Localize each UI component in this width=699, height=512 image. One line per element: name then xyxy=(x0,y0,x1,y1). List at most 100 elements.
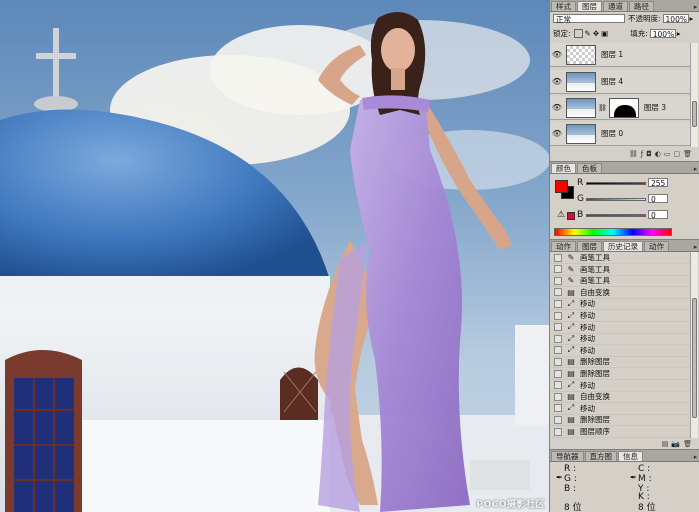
adjustment-layer-icon[interactable]: ◐ xyxy=(655,150,661,158)
history-source-checkbox[interactable] xyxy=(554,265,562,274)
tab-paths[interactable]: 路径 xyxy=(629,1,654,11)
b-slider[interactable] xyxy=(586,214,646,217)
history-item[interactable]: ✎ 画笔工具 xyxy=(550,275,690,288)
g-label: G xyxy=(577,194,584,204)
layer-style-icon[interactable]: ƒ xyxy=(641,150,643,158)
r-slider[interactable] xyxy=(586,182,646,185)
layer-row[interactable]: 👁 图层 0 xyxy=(550,122,690,146)
history-source-checkbox[interactable] xyxy=(554,311,562,320)
layers-scrollbar[interactable] xyxy=(690,43,698,147)
history-source-checkbox[interactable] xyxy=(554,427,562,436)
history-item[interactable]: ⤢ 移动 xyxy=(550,322,690,334)
history-source-checkbox[interactable] xyxy=(554,357,562,366)
doc-icon: ▤ xyxy=(567,357,575,367)
delete-state-icon[interactable]: 🗑 xyxy=(683,440,692,448)
history-source-checkbox[interactable] xyxy=(554,346,562,355)
tab-layers[interactable]: 图层 xyxy=(577,1,602,11)
tab-styles[interactable]: 样式 xyxy=(551,1,576,11)
history-item[interactable]: ⤢ 移动 xyxy=(550,403,690,415)
tab-histogram[interactable]: 直方图 xyxy=(584,451,617,461)
history-item[interactable]: ▤ 自由变换 xyxy=(550,287,690,299)
layer-thumbnail xyxy=(566,71,596,92)
fill-field[interactable]: 100% xyxy=(649,29,676,39)
add-mask-icon[interactable]: ◘ xyxy=(646,150,652,158)
move-icon: ⤢ xyxy=(567,403,575,413)
history-source-checkbox[interactable] xyxy=(554,381,562,390)
history-item[interactable]: ▤ 删除图层 xyxy=(550,356,690,369)
tab-layer-comps[interactable]: 图层 xyxy=(577,241,602,251)
new-group-icon[interactable]: ▭ xyxy=(664,150,671,158)
history-item[interactable]: ▤ 删除图层 xyxy=(550,368,690,380)
history-source-checkbox[interactable] xyxy=(554,415,562,424)
snapshot-icon[interactable]: 📷 xyxy=(671,440,680,448)
history-source-checkbox[interactable] xyxy=(554,323,562,332)
tab-swatches[interactable]: 色板 xyxy=(577,163,602,173)
history-item[interactable]: ✎ 画笔工具 xyxy=(550,252,690,264)
panel-menu-icon[interactable]: ▸ xyxy=(691,453,699,461)
opacity-field[interactable]: 100% xyxy=(662,14,689,24)
history-item[interactable]: ⤢ 移动 xyxy=(550,380,690,392)
blend-row: 正常 不透明度: 100% ▸ xyxy=(553,13,693,24)
history-item[interactable]: ▤ 图层顺序 xyxy=(550,426,690,438)
history-item[interactable]: ⤢ 移动 xyxy=(550,333,690,346)
history-source-checkbox[interactable] xyxy=(554,334,562,343)
tab-color[interactable]: 颜色 xyxy=(551,163,576,173)
tab-history[interactable]: 历史记录 xyxy=(603,241,643,251)
scrollbar-thumb[interactable] xyxy=(692,101,697,127)
history-source-checkbox[interactable] xyxy=(554,392,562,401)
scrollbar-thumb[interactable] xyxy=(692,298,697,418)
eye-icon[interactable]: 👁 xyxy=(550,77,564,86)
history-source-checkbox[interactable] xyxy=(554,253,562,262)
g-value-field[interactable]: 0 xyxy=(648,194,668,204)
info-m-label: M : xyxy=(638,474,652,484)
tab-info[interactable]: 信息 xyxy=(618,451,643,461)
new-document-icon[interactable]: ▤ xyxy=(662,440,669,448)
tab-actions[interactable]: 动作 xyxy=(551,241,576,251)
lock-move-icon[interactable]: ✥ xyxy=(593,29,599,38)
foreground-color-swatch[interactable] xyxy=(555,180,568,193)
eye-icon[interactable]: 👁 xyxy=(550,129,564,138)
link-layers-icon[interactable]: ⛓ xyxy=(629,150,638,158)
new-layer-icon[interactable]: ▢ xyxy=(673,150,680,158)
lock-transparency-icon[interactable] xyxy=(573,29,583,38)
history-item-label: 移动 xyxy=(580,380,595,390)
r-value-field[interactable]: 255 xyxy=(648,178,668,188)
history-source-checkbox[interactable] xyxy=(554,404,562,413)
g-slider[interactable] xyxy=(586,198,646,201)
opacity-arrow-icon[interactable]: ▸ xyxy=(690,14,694,23)
layer-row[interactable]: 👁 图层 4 xyxy=(550,70,690,94)
layer-mask-thumbnail[interactable] xyxy=(608,97,639,118)
history-source-checkbox[interactable] xyxy=(554,299,562,308)
panel-menu-icon[interactable]: ▸ xyxy=(691,243,699,251)
history-item[interactable]: ⤢ 移动 xyxy=(550,298,690,311)
b-value-field[interactable]: 0 xyxy=(648,210,668,220)
history-item[interactable]: ⤢ 移动 xyxy=(550,310,690,322)
tab-navigator[interactable]: 导航器 xyxy=(551,451,584,461)
fill-arrow-icon[interactable]: ▸ xyxy=(677,29,681,38)
panel-menu-icon[interactable]: ▸ xyxy=(691,3,699,11)
layers-panel: 样式 图层 通道 路径 ▸ 正常 不透明度: 100% ▸ 锁定: ✎ ✥ ▣ … xyxy=(550,0,699,160)
eye-icon[interactable]: 👁 xyxy=(550,50,564,59)
history-item[interactable]: ✎ 画笔工具 xyxy=(550,264,690,276)
eye-icon[interactable]: 👁 xyxy=(550,103,564,112)
history-item[interactable]: ▤ 自由变换 xyxy=(550,391,690,404)
history-source-checkbox[interactable] xyxy=(554,276,562,285)
history-source-checkbox[interactable] xyxy=(554,369,562,378)
document-canvas[interactable]: POCO摄影社区 xyxy=(0,0,549,512)
delete-layer-icon[interactable]: 🗑 xyxy=(683,150,692,158)
history-item[interactable]: ⤢ 移动 xyxy=(550,345,690,357)
tab-channels[interactable]: 通道 xyxy=(603,1,628,11)
gamut-color-swatch[interactable] xyxy=(567,212,575,220)
color-spectrum-bar[interactable] xyxy=(554,228,672,236)
blend-mode-select[interactable]: 正常 xyxy=(553,14,625,24)
tab-actions-2[interactable]: 动作 xyxy=(644,241,669,251)
layer-row[interactable]: 👁 ⛓ 图层 3 xyxy=(550,96,690,120)
layer-row[interactable]: 👁 图层 1 xyxy=(550,43,690,67)
panel-menu-icon[interactable]: ▸ xyxy=(691,165,699,173)
lock-brush-icon[interactable]: ✎ xyxy=(585,29,591,38)
history-scrollbar[interactable] xyxy=(690,252,698,438)
lock-all-icon[interactable]: ▣ xyxy=(601,29,608,38)
history-source-checkbox[interactable] xyxy=(554,288,562,297)
history-item[interactable]: ▤ 删除图层 xyxy=(550,414,690,427)
warning-icon[interactable]: ⚠ xyxy=(557,210,565,220)
